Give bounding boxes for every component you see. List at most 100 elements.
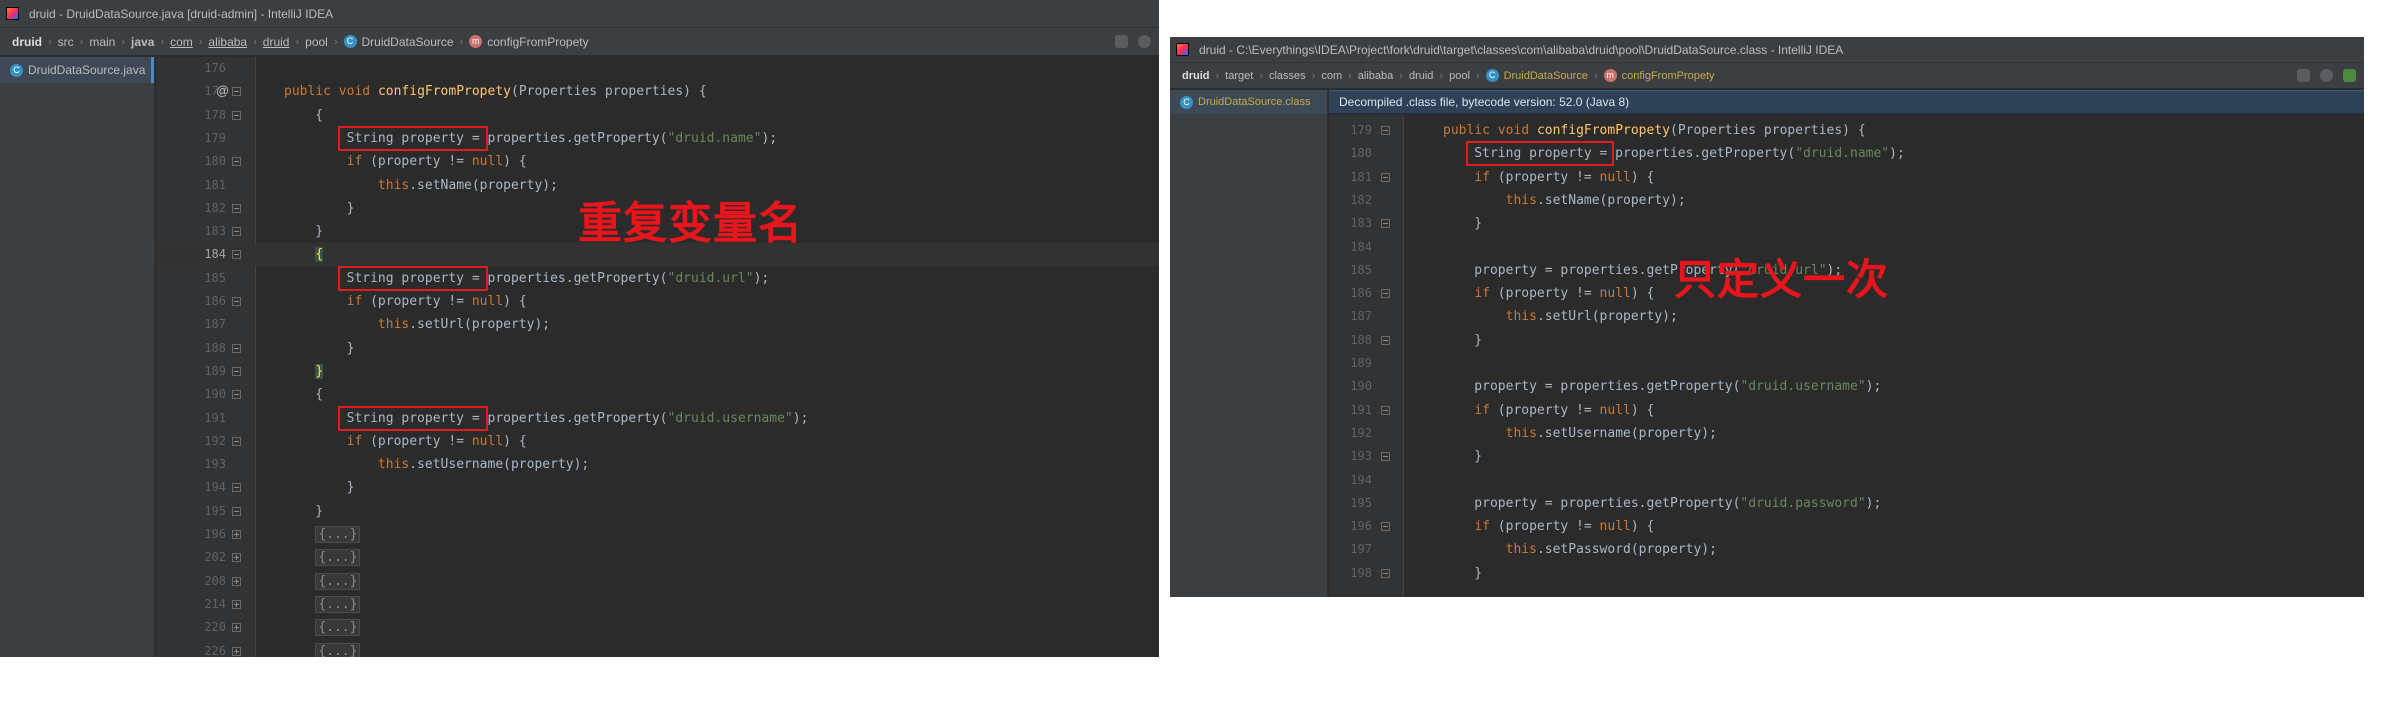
breadcrumb-item[interactable]: m configFromPropety bbox=[469, 35, 589, 49]
fold-marker-icon[interactable] bbox=[232, 530, 241, 539]
file-tab-java[interactable]: C DruidDataSource.java bbox=[0, 57, 154, 83]
code-line[interactable]: 196 if (property != null) { bbox=[1329, 515, 2364, 538]
layout-icon[interactable] bbox=[1115, 35, 1128, 48]
breadcrumb-item[interactable]: druid bbox=[1409, 70, 1433, 82]
breadcrumb-item[interactable]: src bbox=[58, 35, 74, 49]
line-number: 220 bbox=[204, 620, 226, 635]
fold-marker-icon[interactable] bbox=[232, 599, 241, 609]
fold-marker-icon[interactable] bbox=[232, 343, 241, 353]
fold-marker-icon[interactable] bbox=[232, 250, 241, 260]
code-line[interactable]: 181 if (property != null) { bbox=[1329, 166, 2364, 189]
breadcrumb-item[interactable]: pool bbox=[1449, 70, 1470, 82]
code-line[interactable]: 189 bbox=[1329, 352, 2364, 375]
code-line[interactable]: 188 } bbox=[1329, 329, 2364, 352]
code-line[interactable]: 180 if (property != null) { bbox=[156, 150, 1159, 173]
code-line[interactable]: 176 bbox=[156, 57, 1159, 80]
fold-marker-icon[interactable] bbox=[232, 297, 241, 306]
breadcrumb-item[interactable]: druid bbox=[12, 35, 42, 49]
fold-marker-icon[interactable] bbox=[1381, 219, 1390, 229]
code-editor[interactable]: 176 177 public void configFromPropety(Prop… bbox=[156, 57, 1159, 657]
fold-marker-icon[interactable] bbox=[1381, 126, 1390, 135]
settings-icon[interactable] bbox=[1138, 35, 1151, 48]
settings-icon[interactable] bbox=[2320, 69, 2333, 82]
code-line[interactable]: 192 if (property != null) { bbox=[156, 430, 1159, 453]
code-text: { bbox=[315, 247, 324, 263]
breadcrumb-item[interactable]: main bbox=[89, 35, 115, 49]
code-line[interactable]: 183 } bbox=[1329, 212, 2364, 235]
layout-icon[interactable] bbox=[2297, 69, 2310, 82]
code-line[interactable]: 191 String property = properties.getProp… bbox=[156, 407, 1159, 430]
code-line[interactable]: 195 property = properties.getProperty("d… bbox=[1329, 492, 2364, 515]
code-line[interactable]: 185 String property = properties.getProp… bbox=[156, 267, 1159, 290]
code-line[interactable]: 187 this.setUrl(property); bbox=[1329, 305, 2364, 328]
code-line[interactable]: 202 {...} bbox=[156, 546, 1159, 569]
code-line[interactable]: 197 this.setPassword(property); bbox=[1329, 538, 2364, 561]
code-line[interactable]: 188 } bbox=[156, 337, 1159, 360]
code-line[interactable]: 194 bbox=[1329, 469, 2364, 492]
fold-marker-icon[interactable] bbox=[232, 506, 241, 516]
fold-marker-icon[interactable] bbox=[1381, 452, 1390, 462]
code-line[interactable]: 193 this.setUsername(property); bbox=[156, 453, 1159, 476]
code-line[interactable]: 177 public void configFromPropety(Propert… bbox=[156, 80, 1159, 103]
code-line[interactable]: 195 } bbox=[156, 500, 1159, 523]
breadcrumb-item[interactable]: com bbox=[170, 35, 193, 49]
code-line[interactable]: 196 {...} bbox=[156, 523, 1159, 546]
code-line[interactable]: 192 this.setUsername(property); bbox=[1329, 422, 2364, 445]
override-marker-icon[interactable]: @ bbox=[216, 83, 229, 98]
code-line[interactable]: 186 if (property != null) { bbox=[156, 290, 1159, 313]
line-number: 183 bbox=[1350, 216, 1372, 231]
breadcrumb-item[interactable]: druid bbox=[263, 35, 290, 49]
code-line[interactable]: 226 {...} bbox=[156, 640, 1159, 657]
code-editor[interactable]: 179 public void configFromPropety(Propert… bbox=[1329, 115, 2364, 597]
fold-marker-icon[interactable] bbox=[232, 390, 241, 400]
breadcrumb-item[interactable]: C DruidDataSource bbox=[1485, 69, 1588, 82]
code-line[interactable]: 187 this.setUrl(property); bbox=[156, 313, 1159, 336]
breadcrumb-item[interactable]: alibaba bbox=[208, 35, 247, 49]
breadcrumb-item[interactable]: com bbox=[1321, 70, 1342, 82]
breadcrumb-item[interactable]: java bbox=[131, 35, 154, 49]
code-text: if (property != null) { bbox=[1474, 402, 1655, 418]
fold-marker-icon[interactable] bbox=[1381, 568, 1390, 578]
code-line[interactable]: 191 if (property != null) { bbox=[1329, 399, 2364, 422]
fold-marker-icon[interactable] bbox=[232, 436, 241, 446]
breadcrumb-item[interactable]: druid bbox=[1182, 70, 1210, 82]
file-tab-class[interactable]: C DruidDataSource.class bbox=[1170, 90, 1327, 114]
fold-marker-icon[interactable] bbox=[232, 576, 241, 586]
breadcrumb-item[interactable]: C DruidDataSource bbox=[343, 35, 454, 49]
fold-marker-icon[interactable] bbox=[232, 553, 241, 563]
code-line[interactable]: 189 } bbox=[156, 360, 1159, 383]
code-line[interactable]: 220 {...} bbox=[156, 616, 1159, 639]
code-line[interactable]: 193 } bbox=[1329, 445, 2364, 468]
breadcrumb-item[interactable]: target bbox=[1225, 70, 1253, 82]
fold-marker-icon[interactable] bbox=[232, 157, 241, 167]
fold-marker-icon[interactable] bbox=[232, 366, 241, 376]
fold-marker-icon[interactable] bbox=[232, 646, 241, 656]
fold-marker-icon[interactable] bbox=[232, 110, 241, 120]
breadcrumb-item[interactable]: alibaba bbox=[1358, 70, 1393, 82]
code-line[interactable]: 208 {...} bbox=[156, 570, 1159, 593]
fold-marker-icon[interactable] bbox=[232, 483, 241, 493]
fold-marker-icon[interactable] bbox=[1381, 289, 1390, 299]
code-line[interactable]: 190 property = properties.getProperty("d… bbox=[1329, 375, 2364, 398]
code-line[interactable]: 179 String property = properties.getProp… bbox=[156, 127, 1159, 150]
code-line[interactable]: 198 } bbox=[1329, 562, 2364, 585]
fold-marker-icon[interactable] bbox=[232, 623, 241, 633]
hammer-icon[interactable] bbox=[2343, 69, 2356, 82]
fold-marker-icon[interactable] bbox=[1381, 335, 1390, 345]
breadcrumb-item[interactable]: pool bbox=[305, 35, 328, 49]
breadcrumb-item[interactable]: m configFromPropety bbox=[1603, 69, 1715, 82]
breadcrumb-item[interactable]: classes bbox=[1269, 70, 1306, 82]
code-line[interactable]: 194 } bbox=[156, 476, 1159, 499]
code-line[interactable]: 178 { bbox=[156, 104, 1159, 127]
code-line[interactable]: 190 { bbox=[156, 383, 1159, 406]
fold-marker-icon[interactable] bbox=[232, 227, 241, 237]
code-line[interactable]: 182 this.setName(property); bbox=[1329, 189, 2364, 212]
code-line[interactable]: 179 public void configFromPropety(Propert… bbox=[1329, 119, 2364, 142]
fold-marker-icon[interactable] bbox=[232, 87, 241, 97]
code-line[interactable]: 214 {...} bbox=[156, 593, 1159, 616]
code-line[interactable]: 180 String property = properties.getProp… bbox=[1329, 142, 2364, 165]
fold-marker-icon[interactable] bbox=[232, 203, 241, 213]
fold-marker-icon[interactable] bbox=[1381, 522, 1390, 532]
fold-marker-icon[interactable] bbox=[1381, 405, 1390, 415]
fold-marker-icon[interactable] bbox=[1381, 172, 1390, 182]
